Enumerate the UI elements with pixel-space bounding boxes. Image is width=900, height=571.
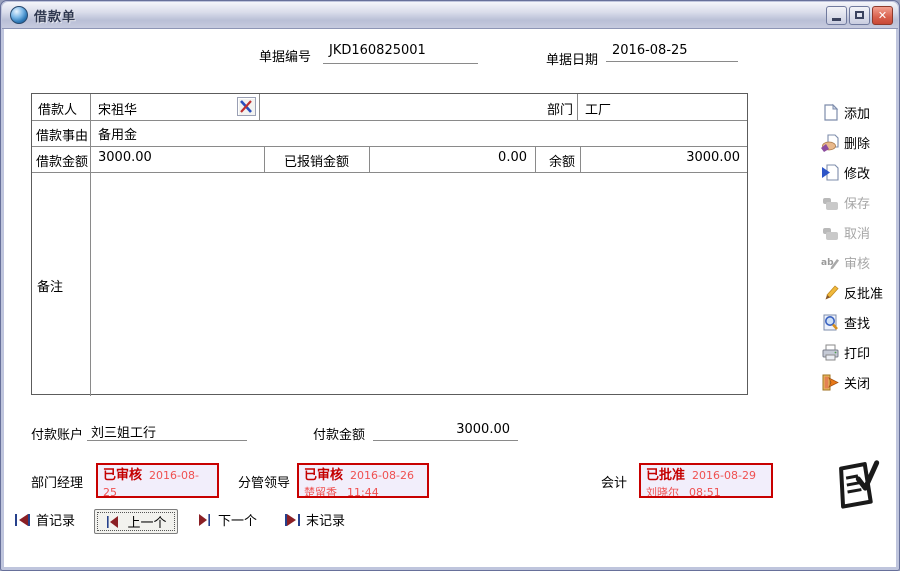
cancel-icon [821,223,840,242]
search-magnifier-icon [821,313,840,332]
loan-amount-value[interactable]: 3000.00 [98,150,152,165]
find-button[interactable]: 查找 [821,307,897,337]
next-record-icon [197,514,212,526]
reimbursed-label: 已报销金额 [264,151,369,170]
minimize-button[interactable] [826,6,847,25]
dept-manager-stamp: 已审核2016-08-25 王晓林10:35 [96,463,219,498]
balance-label: 余额 [535,151,575,170]
unapprove-button[interactable]: 反批准 [821,277,897,307]
next-record-button[interactable]: 下一个 [197,510,257,529]
loan-detail-table: 借款人 宋祖华 部门 工厂 借款事由 备用金 借款金额 3000.00 已报销金… [31,93,748,395]
last-record-button[interactable]: 末记录 [285,510,345,529]
delete-button[interactable]: 删除 [821,127,897,157]
minimize-icon [832,18,841,21]
loan-amount-label: 借款金额 [36,151,88,170]
modify-button[interactable]: 修改 [821,157,897,187]
doc-no-input[interactable]: JKD160825001 [323,41,478,64]
dept-manager-role-label: 部门经理 [31,472,83,491]
doc-no-label: 单据编号 [259,46,311,65]
close-button[interactable]: ✕ [872,6,893,25]
payment-account-input[interactable]: 刘三姐工行 [87,419,247,441]
first-record-icon [15,514,30,526]
payment-amount-input[interactable]: 3000.00 [373,419,518,441]
remarks-label: 备注 [37,276,63,295]
add-button[interactable]: 添加 [821,97,897,127]
borrower-lookup-button[interactable] [237,97,256,116]
delete-hand-icon [821,133,840,152]
printer-icon [821,343,840,362]
audit-button: ab 审核 [821,247,897,277]
borrower-label: 借款人 [38,99,77,118]
pencil-icon [821,283,840,302]
remarks-value[interactable] [98,180,743,390]
reimbursed-value[interactable]: 0.00 [369,150,527,165]
doc-date-input[interactable]: 2016-08-25 [606,41,738,62]
maximize-icon [855,11,864,19]
save-button: 保存 [821,187,897,217]
first-record-button[interactable]: 首记录 [15,510,75,529]
exit-door-icon [821,373,840,392]
cancel-button: 取消 [821,217,897,247]
loan-form-window: 借款单 ✕ 单据编号 JKD160825001 单据日期 2016-08-25 … [0,0,900,571]
close-form-button[interactable]: 关闭 [821,367,897,397]
add-page-icon [821,103,840,122]
action-toolbar: 添加 删除 修改 保存 [821,97,897,397]
supervisor-stamp: 已审核2016-08-26 楚留香11:44 [297,463,429,498]
department-label: 部门 [535,99,573,118]
last-record-icon [285,514,300,526]
accountant-stamp: 已批准2016-08-29 刘晓尔08:51 [639,463,773,498]
window-title: 借款单 [34,6,76,25]
print-button[interactable]: 打印 [821,337,897,367]
crossed-tools-icon [239,99,254,114]
previous-record-icon [105,516,120,528]
department-value[interactable]: 工厂 [585,99,611,118]
borrower-value[interactable]: 宋祖华 [98,99,137,118]
app-globe-icon [10,6,28,24]
reason-value[interactable]: 备用金 [98,124,137,143]
payment-amount-label: 付款金额 [313,424,365,443]
close-icon: ✕ [878,9,887,22]
approved-document-icon [831,459,883,513]
reason-label: 借款事由 [36,125,88,144]
modify-arrow-icon [821,163,840,182]
maximize-button[interactable] [849,6,870,25]
accountant-role-label: 会计 [601,472,627,491]
doc-date-label: 单据日期 [546,49,598,68]
save-icon [821,193,840,212]
supervisor-role-label: 分管领导 [238,472,290,491]
previous-record-button[interactable]: 上一个 [94,509,178,534]
balance-value[interactable]: 3000.00 [580,150,740,165]
audit-pen-icon: ab [821,253,840,272]
payment-account-label: 付款账户 [31,424,83,443]
title-bar[interactable]: 借款单 ✕ [2,2,898,29]
